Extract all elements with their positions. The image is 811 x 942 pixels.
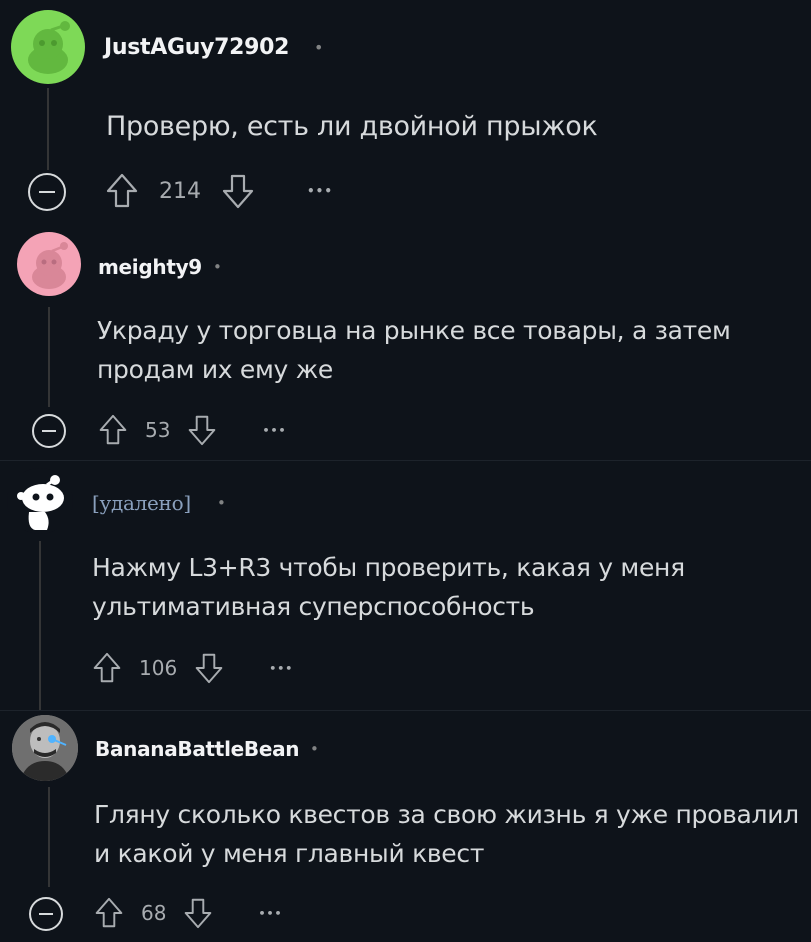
score: 68 — [141, 901, 167, 925]
more-options-button[interactable]: ••• — [307, 184, 333, 198]
username: [удалено] — [92, 491, 191, 515]
thread-line[interactable] — [47, 88, 49, 170]
avatar[interactable] — [11, 10, 85, 84]
username[interactable]: BananaBattleBean — [95, 737, 300, 761]
comment-text-line: и какой у меня главный квест — [94, 838, 485, 868]
comment: [удалено] • Нажму L3+R3 чтобы проверить,… — [0, 461, 811, 711]
comment-text: Нажму L3+R3 чтобы проверить, какая у мен… — [92, 549, 685, 627]
more-options-button[interactable]: ••• — [269, 662, 293, 675]
comment: BananaBattleBean • Гляну сколько квестов… — [0, 711, 811, 942]
snoo-icon — [32, 242, 68, 289]
vote-bar: 53 ••• — [98, 413, 287, 447]
separator-dot: • — [217, 494, 226, 512]
comment-text-line: Украду у торговца на рынке все товары, а… — [97, 316, 731, 345]
more-options-button[interactable]: ••• — [262, 424, 286, 437]
thread-line[interactable] — [48, 787, 50, 887]
snoo-icon — [28, 21, 70, 74]
separator-dot: • — [310, 740, 319, 758]
separator-dot: • — [314, 38, 324, 57]
vote-bar: 68 ••• — [94, 896, 283, 930]
deleted-user-icon — [17, 475, 64, 530]
comment-text-line: продам их ему же — [97, 354, 333, 384]
upvote-icon[interactable] — [98, 413, 128, 447]
comment-text-line: Гляну сколько квестов за свою жизнь я уж… — [94, 800, 799, 829]
thread-line[interactable] — [39, 541, 41, 711]
downvote-icon[interactable] — [187, 413, 217, 447]
avatar[interactable] — [17, 232, 81, 296]
score: 53 — [145, 418, 171, 442]
upvote-icon[interactable] — [105, 172, 139, 210]
username[interactable]: meighty9 — [98, 255, 202, 279]
downvote-icon[interactable] — [194, 651, 224, 685]
avatar[interactable] — [7, 468, 73, 534]
username[interactable]: JustAGuy72902 — [104, 35, 289, 60]
comment-text: Украду у торговца на рынке все товары, а… — [97, 312, 731, 390]
comment: meighty9 • Украду у торговца на рынке вс… — [0, 225, 811, 460]
comment-text: Проверю, есть ли двойной прыжок — [106, 111, 598, 142]
comment-text-line: Нажму L3+R3 чтобы проверить, какая у мен… — [92, 553, 685, 582]
separator-dot: • — [213, 258, 222, 276]
score: 106 — [139, 656, 178, 680]
downvote-icon[interactable] — [183, 896, 213, 930]
comment-text-line: ультимативная суперспособность — [92, 591, 535, 621]
vote-bar: 214 ••• — [105, 172, 333, 210]
score: 214 — [159, 178, 201, 204]
upvote-icon[interactable] — [92, 651, 122, 685]
collapse-button[interactable] — [29, 897, 63, 931]
user-avatar-icon — [12, 715, 78, 781]
more-options-button[interactable]: ••• — [258, 907, 282, 920]
collapse-button[interactable] — [28, 173, 66, 211]
collapse-button[interactable] — [32, 414, 66, 448]
comment: JustAGuy72902 • Проверю, есть ли двойной… — [0, 0, 811, 225]
avatar[interactable] — [12, 715, 78, 781]
downvote-icon[interactable] — [221, 172, 255, 210]
vote-bar: 106 ••• — [92, 651, 293, 685]
upvote-icon[interactable] — [94, 896, 124, 930]
comment-text: Гляну сколько квестов за свою жизнь я уж… — [94, 796, 799, 874]
thread-line[interactable] — [48, 307, 50, 407]
